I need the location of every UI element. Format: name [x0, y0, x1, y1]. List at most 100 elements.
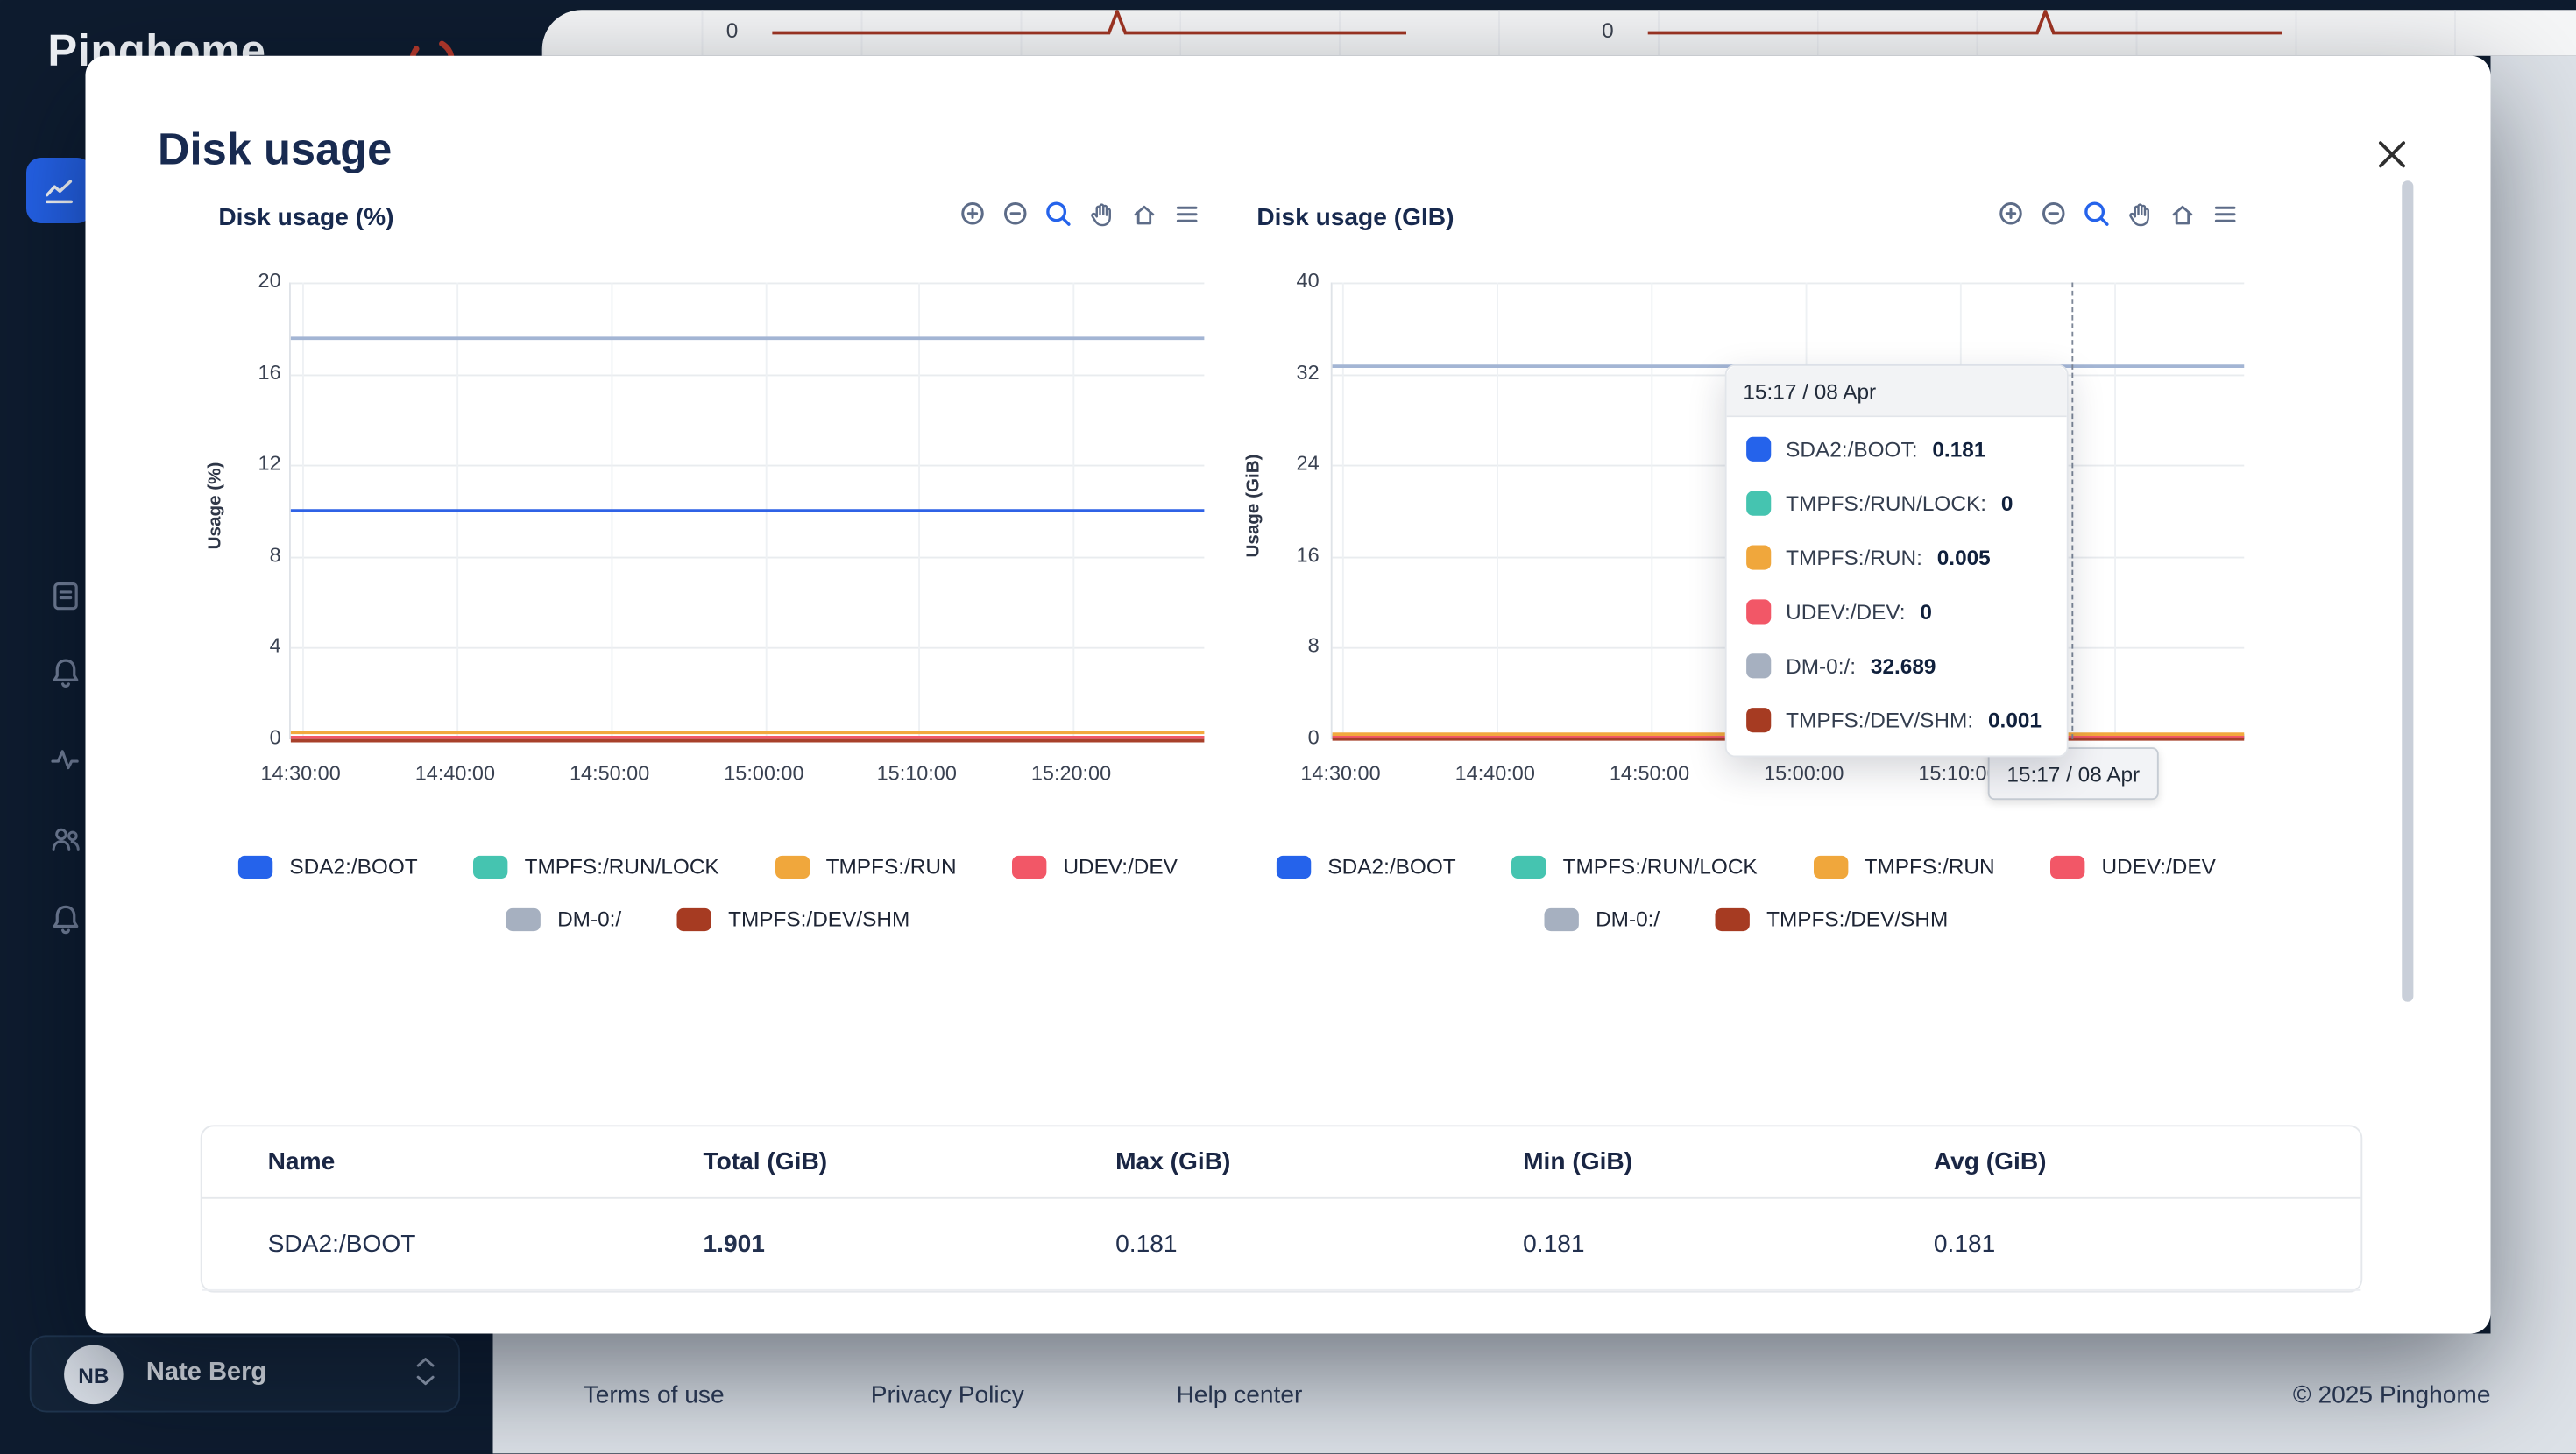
menu-icon[interactable]	[2212, 201, 2240, 229]
y-tick: 32	[1254, 362, 1320, 385]
column-header-total: Total (GiB)	[704, 1126, 828, 1199]
zoom-out-icon[interactable]	[1002, 201, 1030, 229]
chart-legend: SDA2:/BOOT TMPFS:/RUN/LOCK TMPFS:/RUN UD…	[1254, 854, 2240, 931]
footer-link-privacy[interactable]: Privacy Policy	[871, 1381, 1024, 1409]
legend-swatch	[2050, 855, 2084, 878]
x-tick: 14:40:00	[415, 762, 495, 785]
chart-toolbar	[959, 201, 1201, 229]
sidebar-item-metrics[interactable]	[26, 158, 92, 223]
legend-swatch	[775, 855, 809, 878]
cell-avg: 0.181	[1934, 1199, 1995, 1291]
column-header-min: Min (GiB)	[1523, 1126, 1632, 1199]
x-tick: 15:10:00	[1918, 762, 1998, 785]
bell-icon	[47, 655, 83, 691]
legend-item-shm[interactable]: TMPFS:/DEV/SHM	[677, 907, 909, 931]
footer-link-help[interactable]: Help center	[1177, 1381, 1303, 1409]
y-tick: 4	[216, 634, 281, 657]
y-tick: 0	[1254, 726, 1320, 749]
column-header-avg: Avg (GiB)	[1934, 1126, 2047, 1199]
modal-title: Disk usage	[158, 125, 392, 176]
app-footer: Terms of use Privacy Policy Help center …	[493, 1334, 2576, 1454]
x-tick: 15:00:00	[1764, 762, 1844, 785]
pan-icon[interactable]	[1087, 201, 1115, 229]
column-header-name: Name	[268, 1126, 336, 1199]
legend-swatch	[1545, 907, 1579, 930]
report-icon	[47, 578, 83, 614]
x-tick: 14:50:00	[1610, 762, 1689, 785]
legend-item-runlock[interactable]: TMPFS:/RUN/LOCK	[1511, 854, 1757, 879]
sidebar-item-notifications[interactable]	[45, 652, 88, 695]
legend-item-shm[interactable]: TMPFS:/DEV/SHM	[1716, 907, 1948, 931]
pan-icon[interactable]	[2126, 201, 2154, 229]
legend-item-sda2[interactable]: SDA2:/BOOT	[1277, 854, 1455, 879]
user-menu[interactable]: NB Nate Berg	[30, 1335, 460, 1412]
x-tick: 14:50:00	[570, 762, 649, 785]
y-tick: 8	[1254, 634, 1320, 657]
y-tick: 0	[216, 726, 281, 749]
selection-zoom-icon[interactable]	[1045, 201, 1073, 229]
zoom-out-icon[interactable]	[2041, 201, 2069, 229]
legend-swatch	[1511, 855, 1546, 878]
tooltip-row: TMPFS:/RUN:0.005	[1727, 531, 2067, 585]
home-icon[interactable]	[1130, 201, 1158, 229]
legend-item-run[interactable]: TMPFS:/RUN	[775, 854, 956, 879]
stage: Pinghome 0 0 Terms of use Privacy Policy…	[0, 0, 2576, 1453]
tooltip-row: TMPFS:/DEV/SHM:0.001	[1727, 693, 2067, 747]
legend-item-run[interactable]: TMPFS:/RUN	[1813, 854, 1994, 879]
background-chart-strip: 0 0	[542, 10, 2576, 56]
close-icon[interactable]	[2373, 135, 2412, 174]
series-line-shm	[291, 739, 1205, 743]
sidebar-item-reports[interactable]	[45, 575, 88, 618]
tooltip-swatch	[1746, 599, 1771, 624]
tooltip-swatch	[1746, 653, 1771, 678]
plot-area[interactable]	[289, 283, 1204, 739]
y-tick: 40	[1254, 270, 1320, 293]
y-tick: 12	[216, 452, 281, 475]
zoom-in-icon[interactable]	[959, 201, 987, 229]
disk-summary-table: Name Total (GiB) Max (GiB) Min (GiB) Avg…	[201, 1125, 2363, 1292]
sidebar-item-alerts[interactable]	[45, 899, 88, 942]
chevron-down-icon	[415, 1374, 435, 1386]
background-series-line	[1648, 10, 2282, 56]
disk-usage-modal: Disk usage Disk usage (%)	[86, 56, 2491, 1334]
legend-swatch	[1277, 855, 1311, 878]
x-tick: 14:30:00	[1300, 762, 1380, 785]
legend-item-runlock[interactable]: TMPFS:/RUN/LOCK	[473, 854, 718, 879]
y-tick: 24	[1254, 452, 1320, 475]
tooltip-row: UDEV:/DEV:0	[1727, 585, 2067, 639]
legend-item-udev[interactable]: UDEV:/DEV	[1012, 854, 1178, 879]
tooltip-timestamp: 15:17 / 08 Apr	[1727, 366, 2067, 417]
tooltip-swatch	[1746, 491, 1771, 516]
legend-swatch	[1012, 855, 1046, 878]
sidebar-item-activity[interactable]	[45, 739, 88, 782]
y-axis-label: Usage (GiB)	[1243, 278, 1263, 734]
chevron-up-icon	[415, 1357, 435, 1368]
bell-icon	[47, 901, 83, 937]
users-icon	[47, 822, 83, 858]
legend-item-sda2[interactable]: SDA2:/BOOT	[238, 854, 417, 879]
chart-tooltip: 15:17 / 08 Apr SDA2:/BOOT:0.181 TMPFS:/R…	[1725, 364, 2069, 757]
footer-link-terms[interactable]: Terms of use	[584, 1381, 725, 1409]
legend-item-dm0[interactable]: DM-0:/	[506, 907, 621, 931]
tooltip-row: TMPFS:/RUN/LOCK:0	[1727, 476, 2067, 531]
cell-total: 1.901	[704, 1199, 765, 1291]
table-row: SDA2:/BOOT 1.901 0.181 0.181 0.181	[202, 1199, 2361, 1291]
selection-zoom-icon[interactable]	[2084, 201, 2112, 229]
series-line-run	[291, 731, 1205, 734]
y-tick: 20	[216, 270, 281, 293]
legend-item-dm0[interactable]: DM-0:/	[1545, 907, 1660, 931]
series-line-dm0	[291, 336, 1205, 340]
menu-icon[interactable]	[1173, 201, 1201, 229]
x-tick: 14:30:00	[260, 762, 340, 785]
y-axis-label: Usage (%)	[205, 278, 225, 734]
x-tick: 15:20:00	[1031, 762, 1111, 785]
sidebar-item-team[interactable]	[45, 818, 88, 861]
legend-item-udev[interactable]: UDEV:/DEV	[2050, 854, 2216, 879]
chart-toolbar	[1998, 201, 2240, 229]
column-header-max: Max (GiB)	[1115, 1126, 1230, 1199]
zoom-in-icon[interactable]	[1998, 201, 2026, 229]
home-icon[interactable]	[2169, 201, 2197, 229]
background-ytick: 0	[726, 18, 739, 43]
modal-scrollbar[interactable]	[2402, 180, 2413, 1002]
line-chart-icon	[41, 173, 77, 208]
